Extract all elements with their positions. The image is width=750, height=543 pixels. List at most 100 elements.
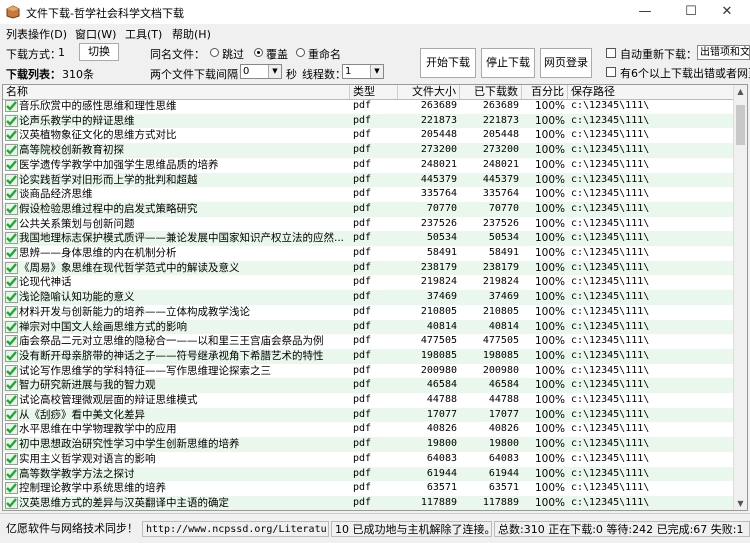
table-row[interactable]: 禅宗对中国文人绘画思维方式的影响 pdf 40814 40814 100% c:\1234… [3,319,735,335]
cell-downloaded: 219824 [482,276,519,288]
table-row[interactable]: 智力研究新进展与我的智力观 pdf 46584 46584 100% c:\12345\1… [3,378,735,393]
cell-percent: 100% [534,100,565,112]
table-row[interactable]: 庙会祭品二元对立思维的隐秘合一——以和里三王宫庙会祭品为例 pdf 477505 47… [3,334,735,349]
table-row[interactable]: 论实践哲学对旧形而上学的批判和超越 pdf 445379 445379 100% c:\1… [3,172,735,188]
cell-type: pdf [353,496,372,508]
radio-overwrite[interactable] [254,48,263,57]
cell-path: c:\12345\111\ [571,129,650,141]
cell-name: 汉英植物象征文化的思维方式对比 [19,129,177,142]
radio-rename[interactable] [296,48,305,57]
table-row[interactable]: 初中思想政治研究性学习中学生创新思维的培养 pdf 19800 19800 100% c:… [3,437,735,452]
col-path[interactable]: 保存路径 [568,85,735,99]
cell-percent: 100% [534,276,565,289]
threads-select[interactable]: 1 ▼ [342,64,384,79]
close-button[interactable]: ✕ [704,0,750,24]
table-row[interactable]: 没有断开母亲脐带的神话之子——符号继承视角下希腊艺术的特性 pdf 198085 19… [3,348,735,364]
col-size[interactable]: 文件大小 [398,85,460,99]
cell-path: c:\12345\111\ [571,305,650,317]
auto-redownload-select[interactable]: 出错项和文 [697,45,750,60]
cell-percent: 100% [534,438,565,451]
cell-path: c:\12345\111\ [571,467,650,479]
status-company: 亿愿软件与网络技术同步！ [6,522,138,535]
col-type[interactable]: 类型 [350,85,398,99]
cell-name: 高等数学教学方法之探讨 [19,467,135,480]
stop-download-button[interactable]: 停止下载 [481,48,535,78]
same-name-label: 同名文件： [150,48,205,61]
cell-type: pdf [353,232,372,244]
web-login-button[interactable]: 网页登录 [540,48,592,78]
table-row[interactable]: 《周易》象思维在现代哲学范式中的解读及意义 pdf 238179 238179 100%… [3,260,735,276]
above-six-checkbox[interactable] [606,67,616,77]
status-url: http://www.ncpssd.org/Literature/Do [142,521,329,537]
cell-downloaded: 263689 [482,100,519,111]
table-row[interactable]: 试论高校管理微观层面的辩证思维模式 pdf 44788 44788 100% c:\123… [3,393,735,408]
switch-button[interactable]: 切换 [79,43,119,61]
scroll-thumb[interactable] [736,105,745,145]
table-row[interactable]: 高等院校创新教育初探 pdf 273200 273200 100% c:\12345\11… [3,143,735,158]
table-row[interactable]: 浅论隐喻认知功能的意义 pdf 37469 37469 100% c:\12345\111… [3,290,735,305]
cell-type: pdf [353,438,372,450]
table-row[interactable]: 实用主义哲学观对语言的影响 pdf 64083 64083 100% c:\12345\1… [3,452,735,467]
table-row[interactable]: 我国地理标志保护模式质评——兼论发展中国家知识产权立法的应然... pdf 5053… [3,231,735,246]
cell-size: 198085 [420,349,457,361]
col-percent[interactable]: 百分比 [522,85,568,99]
table-row[interactable]: 水平思维在中学物理教学中的应用 pdf 40826 40826 100% c:\12345… [3,422,735,437]
minimize-button[interactable]: — [622,0,668,24]
cell-percent: 100% [534,188,565,201]
vertical-scrollbar[interactable]: ▲ ▼ [733,85,747,510]
table-row[interactable]: 谈商品经济思维 pdf 335764 335764 100% c:\12345\111\ [3,187,735,202]
cell-type: pdf [353,423,372,435]
cell-downloaded: 37469 [488,291,519,303]
menu-list-ops[interactable]: 列表操作(D) [6,26,67,42]
completed-check-icon [5,438,18,451]
cell-type: pdf [353,158,372,170]
table-row[interactable]: 从《刮痧》看中美文化差异 pdf 17077 17077 100% c:\12345\11… [3,407,735,423]
table-row[interactable]: 高等数学教学方法之探讨 pdf 61944 61944 100% c:\12345\111… [3,466,735,482]
col-downloaded[interactable]: 已下载数 [460,85,522,99]
radio-skip[interactable] [210,48,219,57]
interval-select[interactable]: 0 ▼ [240,64,282,79]
table-row[interactable]: 假设检验思维过程中的启发式策略研究 pdf 70770 70770 100% c:\123… [3,201,735,217]
cell-name: 音乐欣赏中的感性思维和理性思维 [19,100,177,112]
cell-name: 汉英思维方式的差异与汉英翻译中主语的确定 [19,496,229,509]
cell-path: c:\12345\111\ [571,261,650,273]
table-row[interactable]: 医学遗传学教学中加强学生思维品质的培养 pdf 248021 248021 100% c:… [3,158,735,173]
start-download-button[interactable]: 开始下载 [420,48,476,78]
cell-downloaded: 238179 [482,261,519,273]
table-row[interactable]: 论现代神话 pdf 219824 219824 100% c:\12345\111\ [3,275,735,290]
interval-label: 两个文件下载间隔： [150,68,249,81]
completed-check-icon [5,335,18,348]
table-row[interactable]: 公共关系策划与创新问题 pdf 237526 237526 100% c:\12345\1… [3,217,735,232]
download-table[interactable]: 名称 类型 文件大小 已下载数 百分比 保存路径 音乐欣赏中的感性思维和理性思维… [2,84,748,511]
cell-name: 庙会祭品二元对立思维的隐秘合一——以和里三王宫庙会祭品为例 [19,335,324,348]
cell-downloaded: 445379 [482,173,519,185]
table-row[interactable]: 思辨——身体思维的内在机制分析 pdf 58491 58491 100% c:\12345… [3,246,735,261]
cell-name: 医学遗传学教学中加强学生思维品质的培养 [19,158,219,171]
cell-percent: 100% [534,379,565,392]
table-row[interactable]: 汉英植物象征文化的思维方式对比 pdf 205448 205448 100% c:\123… [3,128,735,143]
menu-tools[interactable]: 工具(T) [125,26,162,42]
chevron-down-icon: ▼ [268,65,281,78]
menu-window[interactable]: 窗口(W) [75,26,116,42]
cell-downloaded: 63571 [488,482,519,494]
scroll-down-icon[interactable]: ▼ [734,497,747,510]
cell-type: pdf [353,276,372,288]
scroll-up-icon[interactable]: ▲ [734,85,747,98]
cell-path: c:\12345\111\ [571,158,650,170]
cell-type: pdf [353,320,372,332]
cell-name: 禅宗对中国文人绘画思维方式的影响 [19,320,187,333]
table-row[interactable]: 试论写作思维学的学科特征——写作思维理论探索之三 pdf 200980 200980 1… [3,364,735,379]
table-row[interactable]: 音乐欣赏中的感性思维和理性思维 pdf 263689 263689 100% c:\123… [3,99,735,114]
auto-redownload-checkbox[interactable] [606,48,616,58]
table-row[interactable]: 控制理论教学中系统思维的培养 pdf 63571 63571 100% c:\12345\… [3,481,735,496]
menu-help[interactable]: 帮助(H) [172,26,211,42]
download-list-count: 310条 [62,68,94,81]
cell-size: 263689 [420,100,457,111]
table-row[interactable]: 论声乐教学中的辩证思维 pdf 221873 221873 100% c:\12345\1… [3,113,735,129]
table-row[interactable]: 汉英思维方式的差异与汉英翻译中主语的确定 pdf 117889 117889 100% c… [3,495,735,510]
cell-size: 237526 [420,217,457,229]
threads-value: 1 [345,66,352,77]
table-row[interactable]: 材料开发与创新能力的培养——立体构成教学浅论 pdf 210805 210805 100… [3,305,735,320]
cell-name: 论现代神话 [19,276,72,289]
col-name[interactable]: 名称 [3,85,350,99]
